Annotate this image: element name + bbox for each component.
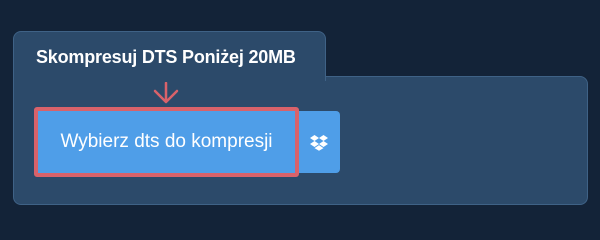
choose-file-button[interactable]: Wybierz dts do kompresji: [38, 111, 295, 173]
compress-tab[interactable]: Skompresuj DTS Poniżej 20MB: [13, 31, 326, 81]
dropbox-button[interactable]: [297, 111, 340, 173]
tab-title: Skompresuj DTS Poniżej 20MB: [36, 47, 296, 67]
arrow-down-icon: [153, 82, 179, 104]
dropbox-icon: [309, 134, 328, 151]
